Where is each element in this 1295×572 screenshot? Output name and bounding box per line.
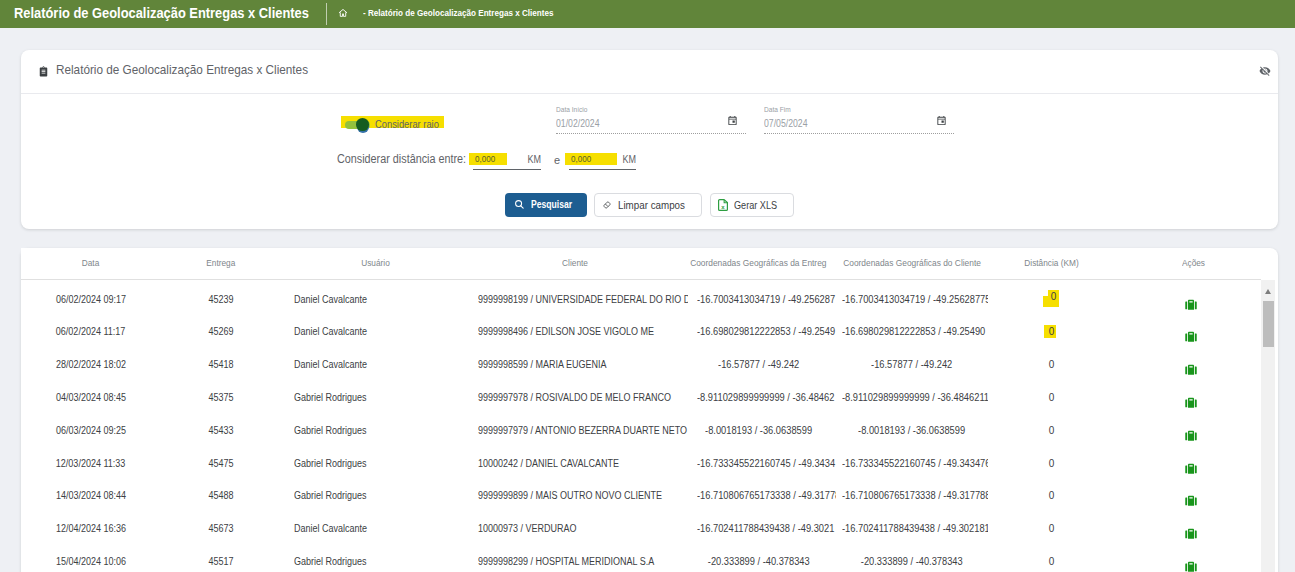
svg-text:x: x xyxy=(721,204,725,210)
